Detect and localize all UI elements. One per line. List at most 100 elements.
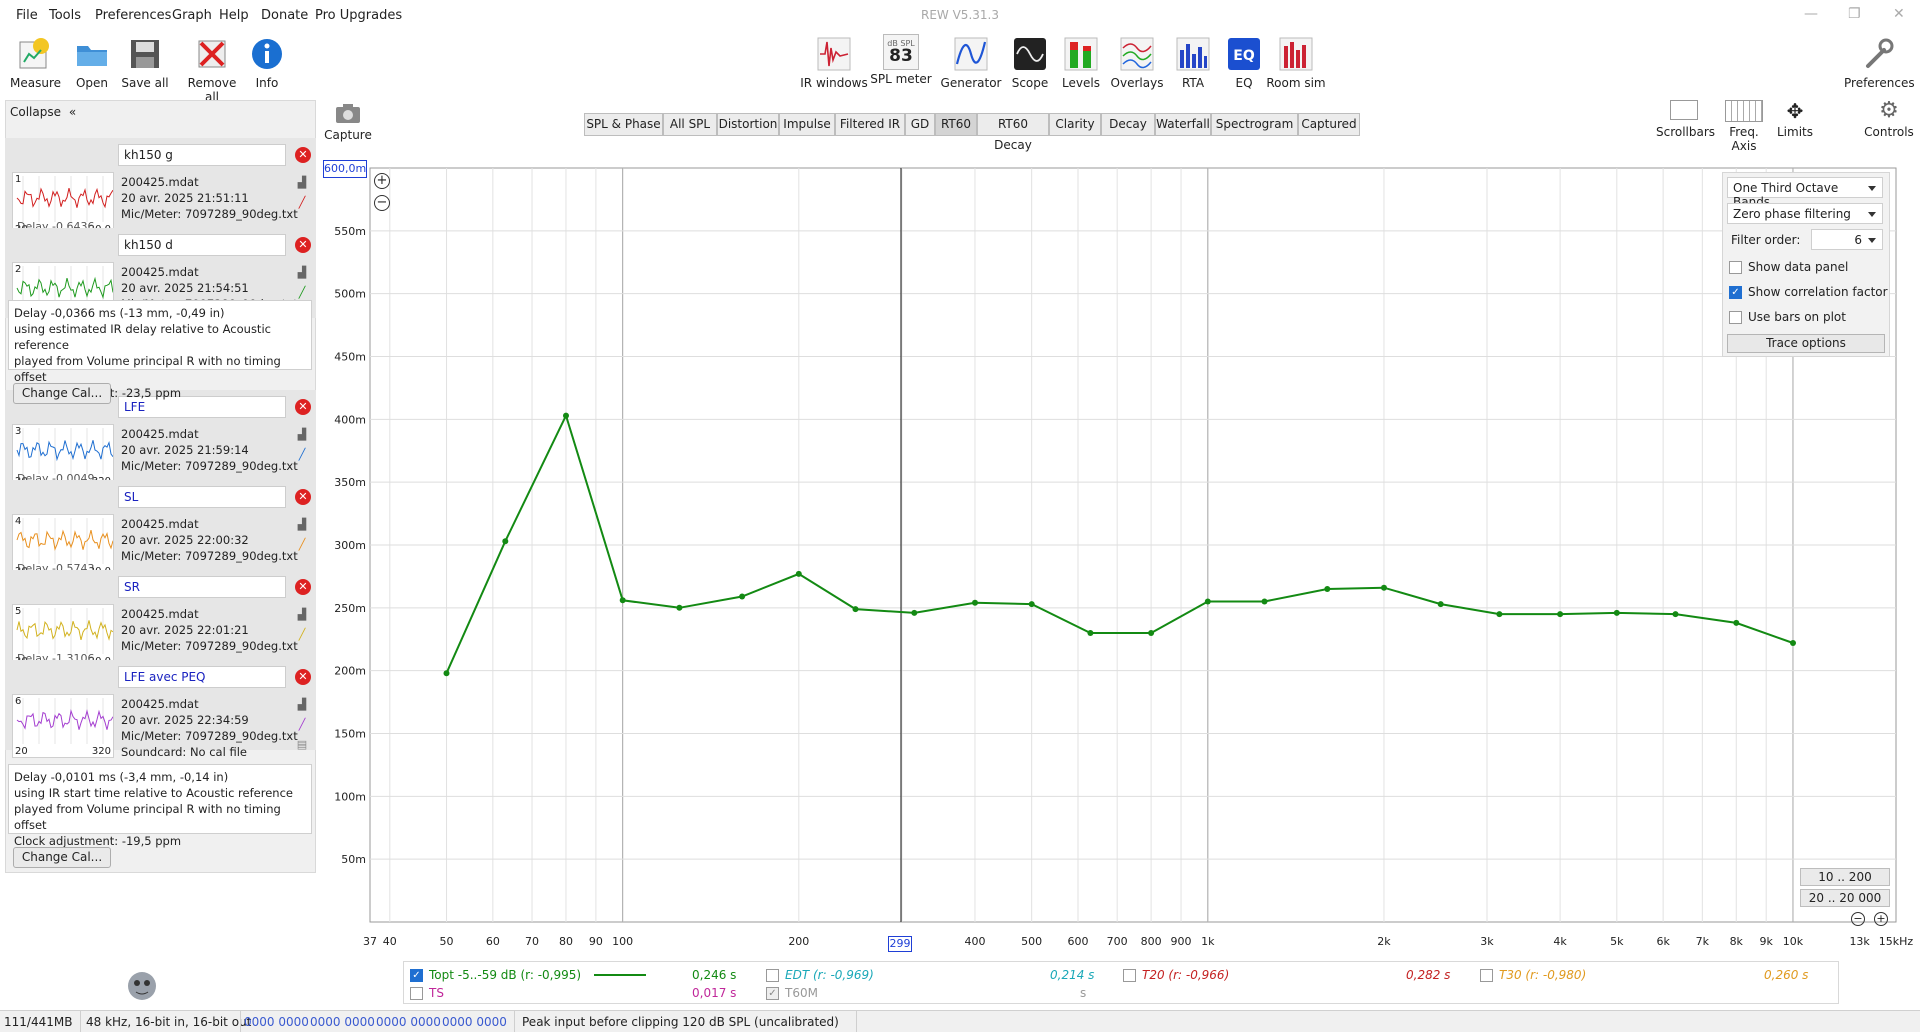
t60m-legend[interactable]: ✓ T60M	[766, 986, 818, 1000]
y-tick-label: 50m	[341, 853, 366, 866]
delay-info-line: using estimated IR delay relative to Aco…	[14, 322, 271, 352]
x-tick-label: 4k	[1553, 935, 1567, 948]
data-point	[443, 670, 450, 677]
zoom-out-icon[interactable]: −	[374, 195, 390, 211]
show-correlation-checkbox[interactable]: ✓ Show correlation factor	[1729, 285, 1888, 299]
x-tick-label: 3k	[1480, 935, 1494, 948]
input-bits-2: 0000 0000	[310, 1015, 375, 1029]
check-icon: ✓	[1729, 285, 1742, 299]
rt60-chart[interactable]: 50m 100m 150m 200m 250m 300m 350m 400m 450m 500m 5…	[0, 0, 1920, 1000]
status-bar: 111/441MB 48 kHz, 16-bit in, 16-bit out …	[0, 1010, 1920, 1032]
zoom-preset-10-200[interactable]: 10 .. 200	[1800, 868, 1890, 886]
data-point	[1557, 611, 1564, 618]
t30-legend[interactable]: T30 (r: -0,980)	[1480, 968, 1586, 982]
show-data-panel-checkbox[interactable]: Show data panel	[1729, 260, 1848, 274]
use-bars-checkbox[interactable]: Use bars on plot	[1729, 310, 1846, 324]
robot-mascot-icon	[120, 966, 164, 1006]
check-icon: ✓	[410, 969, 423, 982]
edt-legend[interactable]: EDT (r: -0,969)	[766, 968, 874, 982]
x-tick-label: 9k	[1759, 935, 1773, 948]
data-point	[1381, 584, 1387, 591]
x-tick-label: 5k	[1610, 935, 1624, 948]
x-zoom-in-icon[interactable]: +	[1874, 912, 1888, 926]
filter-order-label: Filter order:	[1731, 233, 1801, 247]
data-point	[1437, 601, 1444, 608]
band-select[interactable]: One Third Octave Bands	[1727, 177, 1883, 209]
data-point	[1261, 598, 1268, 605]
y-tick-label: 550m	[334, 225, 366, 238]
x-tick-label: 80	[559, 935, 573, 948]
y-tick-label: 400m	[334, 413, 366, 426]
trace-options-button[interactable]: Trace options	[1727, 334, 1885, 353]
x-tick-label: 60	[486, 935, 500, 948]
y-top-value[interactable]: 600,0m	[323, 160, 367, 178]
x-tick-label: 70	[525, 935, 539, 948]
x-tick-label: 37	[363, 935, 377, 948]
data-point	[676, 604, 683, 611]
input-bits-1: 0000 0000	[244, 1015, 309, 1029]
y-tick-label: 150m	[334, 728, 366, 741]
zoom-preset-20-20000[interactable]: 20 .. 20 000	[1800, 889, 1890, 907]
delay-info-line: using IR start time relative to Acoustic…	[14, 786, 293, 800]
data-point	[1148, 630, 1155, 636]
delay-info-line: Delay -0,0101 ms (-3,4 mm, -0,14 in)	[14, 770, 229, 784]
data-point	[1028, 601, 1035, 608]
y-tick-label: 300m	[334, 539, 366, 552]
data-point	[1613, 609, 1620, 616]
x-tick-label: 50	[440, 935, 454, 948]
data-point	[502, 538, 509, 545]
x-tick-label: 15kHz	[1879, 935, 1914, 948]
change-cal-button[interactable]: Change Cal...	[13, 383, 111, 404]
y-tick-label: 450m	[334, 351, 366, 364]
t20-legend[interactable]: T20 (r: -0,966)	[1123, 968, 1229, 982]
delay-info-line: played from Volume principal R with no t…	[14, 354, 281, 384]
y-tick-label: 350m	[334, 476, 366, 489]
data-point	[1790, 640, 1796, 646]
x-tick-label: 600	[1067, 935, 1088, 948]
x-tick-label: 6k	[1656, 935, 1670, 948]
filter-order-select[interactable]: 6	[1811, 229, 1883, 250]
delay-info-note_6: Delay -0,0101 ms (-3,4 mm, -0,14 in) usin…	[8, 764, 312, 848]
x-tick-label: 800	[1141, 935, 1162, 948]
x-zoom-out-icon[interactable]: −	[1851, 912, 1865, 926]
input-bits-4: 0000 0000	[442, 1015, 507, 1029]
x-tick-label: 40	[383, 935, 397, 948]
controls-panel: One Third Octave Bands Zero phase filter…	[1722, 172, 1890, 357]
topt-legend[interactable]: ✓ Topt -5..-59 dB (r: -0,995)	[410, 968, 581, 982]
y-tick-label: 100m	[334, 790, 366, 803]
check-icon: ✓	[766, 987, 779, 1000]
topt-line-sample	[594, 974, 646, 976]
x-tick-label: 1k	[1201, 935, 1215, 948]
data-point	[619, 597, 626, 604]
x-tick-label: 2k	[1377, 935, 1391, 948]
data-point	[1496, 611, 1503, 618]
x-tick-label: 90	[589, 935, 603, 948]
data-point	[1672, 611, 1679, 618]
data-point	[1087, 630, 1094, 636]
data-point	[1733, 619, 1740, 626]
y-tick-label: 500m	[334, 288, 366, 301]
data-point	[911, 609, 918, 616]
x-tick-label: 8k	[1730, 935, 1744, 948]
ts-legend[interactable]: TS	[410, 986, 444, 1000]
t30-value: 0,260 s	[1764, 968, 1809, 982]
data-point	[1324, 586, 1331, 592]
data-point	[1204, 598, 1211, 605]
y-tick-label: 250m	[334, 602, 366, 615]
data-point	[563, 412, 569, 419]
memory-usage: 111/441MB	[4, 1015, 73, 1029]
data-point	[852, 606, 859, 613]
cursor-freq[interactable]: 299	[888, 936, 912, 952]
delay-info-note_2: Delay -0,0366 ms (-13 mm, -0,49 in) using…	[8, 300, 312, 400]
trace-legend: ✓ Topt -5..-59 dB (r: -0,995) 0,246 s EDT…	[403, 961, 1839, 1004]
topt-value: 0,246 s	[692, 968, 737, 982]
filter-select[interactable]: Zero phase filtering	[1727, 203, 1883, 224]
edt-value: 0,214 s	[1050, 968, 1095, 982]
input-bits-3: 0000 0000	[376, 1015, 441, 1029]
data-point	[972, 599, 978, 606]
zoom-in-icon[interactable]: +	[374, 173, 390, 189]
t60m-value: s	[1080, 986, 1087, 1000]
y-tick-label: 200m	[334, 665, 366, 678]
x-tick-label: 400	[964, 935, 985, 948]
change-cal-button[interactable]: Change Cal...	[13, 847, 111, 868]
